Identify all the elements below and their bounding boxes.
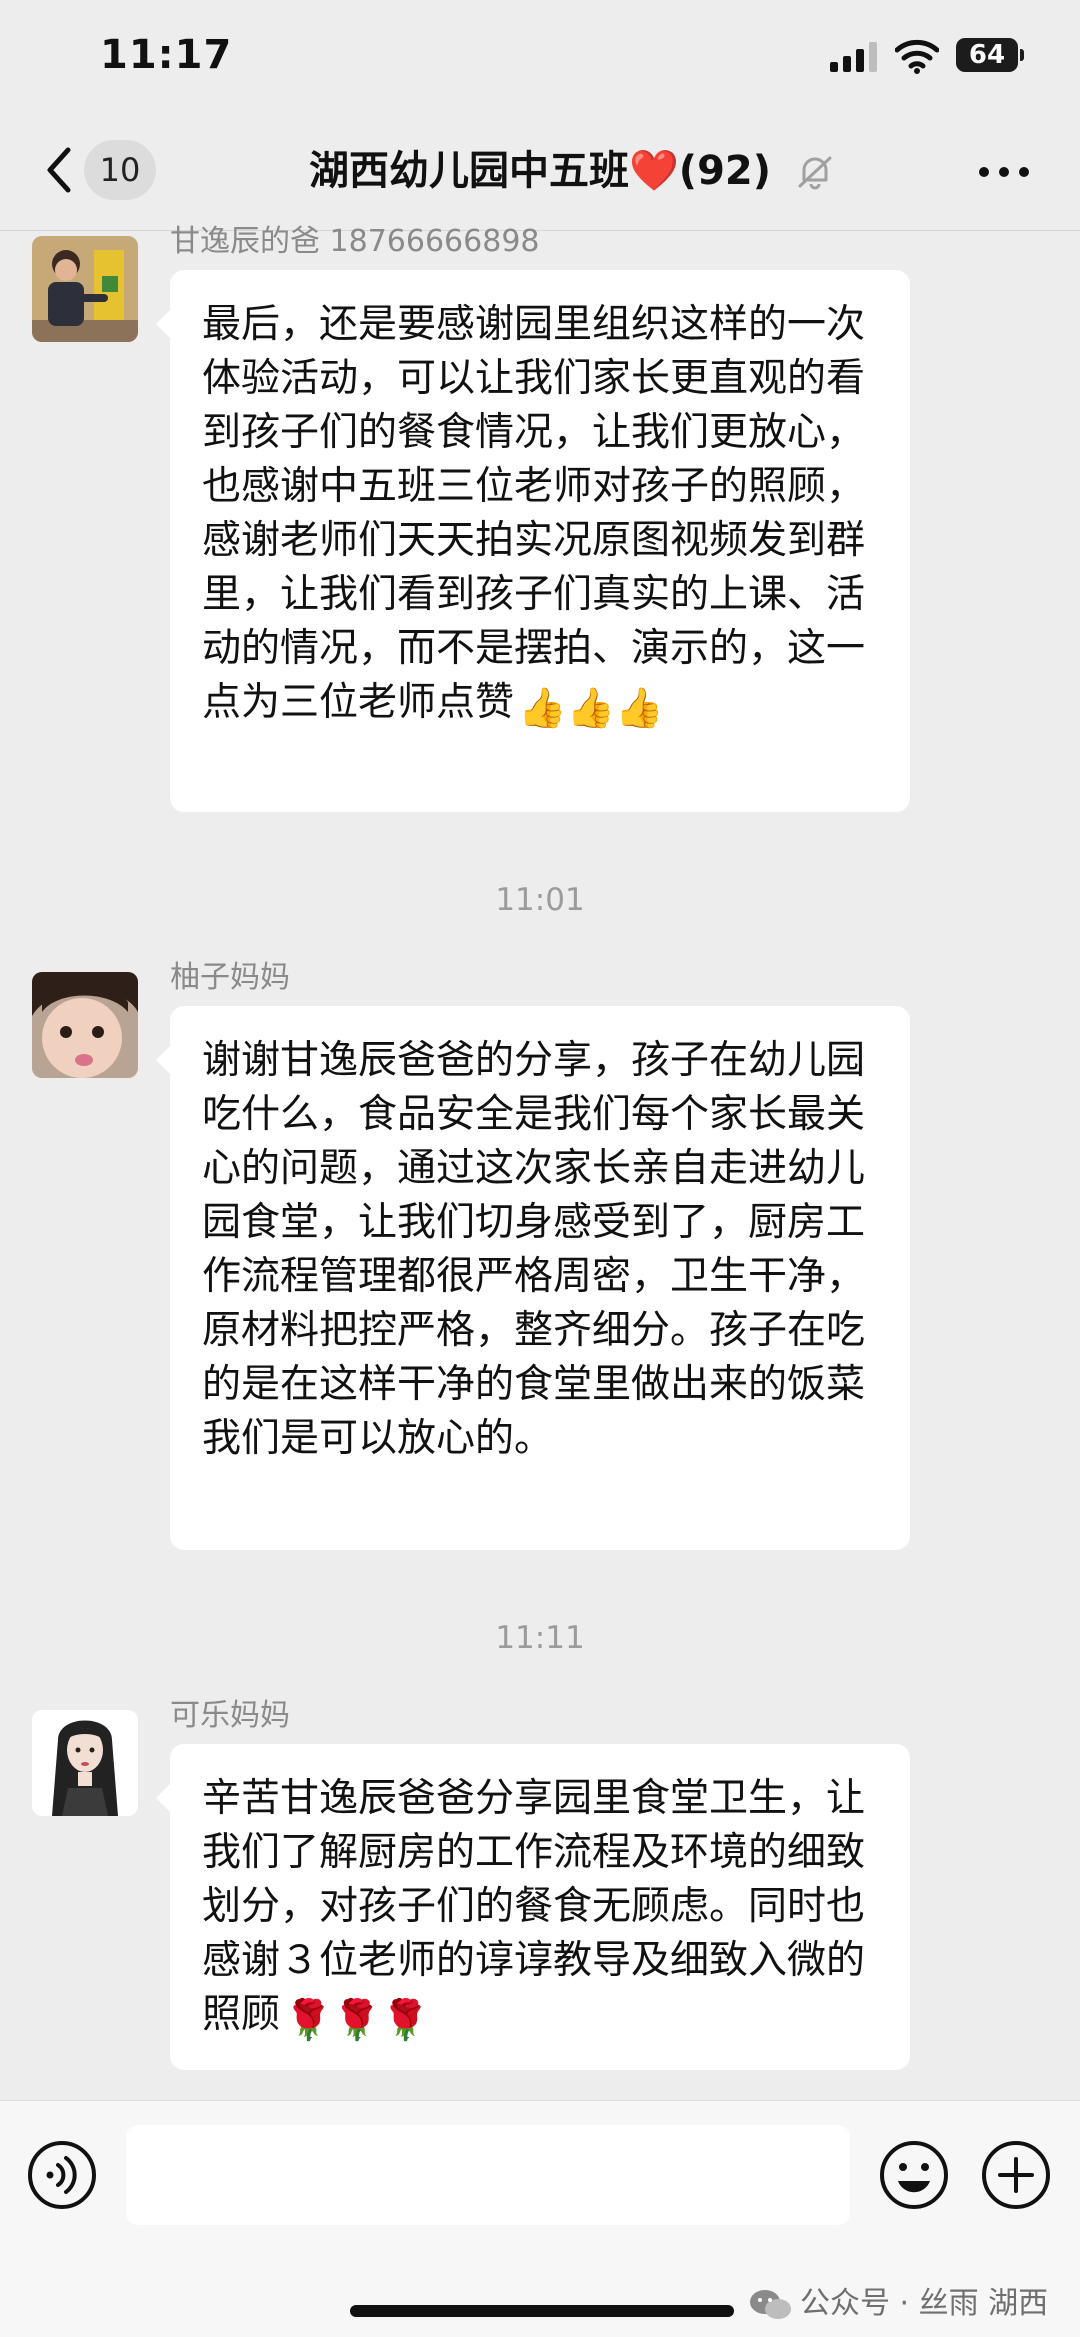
bell-slash-icon — [798, 156, 832, 190]
avatar[interactable] — [32, 972, 138, 1078]
wechat-logo-icon — [750, 2289, 791, 2319]
rose-emoji: 🌹🌹🌹 — [284, 1998, 430, 2043]
timestamp: 11:01 — [495, 882, 585, 918]
avatar[interactable] — [32, 1710, 138, 1816]
thumbs-up-emoji: 👍👍👍 — [518, 686, 664, 731]
bubble-tail — [156, 1784, 170, 1812]
chat-screen: 11:17 64 10 湖西幼儿园中五班❤️(92) 甘逸辰的爸 1876666… — [0, 0, 1080, 2337]
timestamp: 11:11 — [495, 1620, 585, 1656]
message-input[interactable] — [126, 2125, 850, 2225]
child-avatar-icon — [32, 236, 138, 342]
input-bar: 公众号 · 丝雨 湖西 — [0, 2100, 1080, 2337]
cellular-signal-icon — [830, 42, 877, 72]
chat-title: 湖西幼儿园中五班❤️(92) — [308, 148, 772, 194]
battery-indicator: 64 — [956, 38, 1018, 72]
message-text: 谢谢甘逸辰爸爸的分享，孩子在幼儿园吃什么，食品安全是我们每个家长最关心的问题，通… — [202, 1038, 866, 1461]
message-bubble[interactable]: 谢谢甘逸辰爸爸的分享，孩子在幼儿园吃什么，食品安全是我们每个家长最关心的问题，通… — [156, 1006, 910, 1550]
message-text: 最后，还是要感谢园里组织这样的一次体验活动，可以让我们家长更直观的看到孩子们的餐… — [202, 302, 866, 725]
bubble-tail — [156, 310, 170, 338]
girl-avatar-icon — [32, 1710, 138, 1816]
status-time: 11:17 — [100, 32, 233, 78]
sender-name: 柚子妈妈 — [170, 960, 290, 995]
sender-name: 可乐妈妈 — [170, 1698, 290, 1733]
message-bubble[interactable]: 最后，还是要感谢园里组织这样的一次体验活动，可以让我们家长更直观的看到孩子们的餐… — [156, 270, 910, 812]
voice-icon[interactable] — [26, 2139, 98, 2211]
avatar[interactable] — [32, 236, 138, 342]
child-avatar-icon — [32, 972, 138, 1078]
ellipsis-icon[interactable] — [976, 162, 1032, 182]
nav-divider — [0, 230, 1080, 231]
bubble-tail — [156, 1046, 170, 1074]
wifi-icon — [895, 39, 939, 74]
status-bar: 11:17 64 — [0, 0, 1080, 118]
message-bubble[interactable]: 辛苦甘逸辰爸爸分享园里食堂卫生，让我们了解厨房的工作流程及环境的细致划分，对孩子… — [156, 1744, 910, 2070]
home-indicator — [350, 2305, 734, 2317]
watermark: 公众号 · 丝雨 湖西 — [748, 2279, 1048, 2329]
battery-cap — [1020, 49, 1024, 61]
nav-bar: 10 湖西幼儿园中五班❤️(92) — [0, 118, 1080, 230]
sender-name: 甘逸辰的爸 18766666898 — [170, 224, 540, 259]
watermark-text: 公众号 · 丝雨 湖西 — [800, 2286, 1049, 2321]
smiley-icon[interactable] — [878, 2139, 950, 2211]
plus-icon[interactable] — [980, 2139, 1052, 2211]
